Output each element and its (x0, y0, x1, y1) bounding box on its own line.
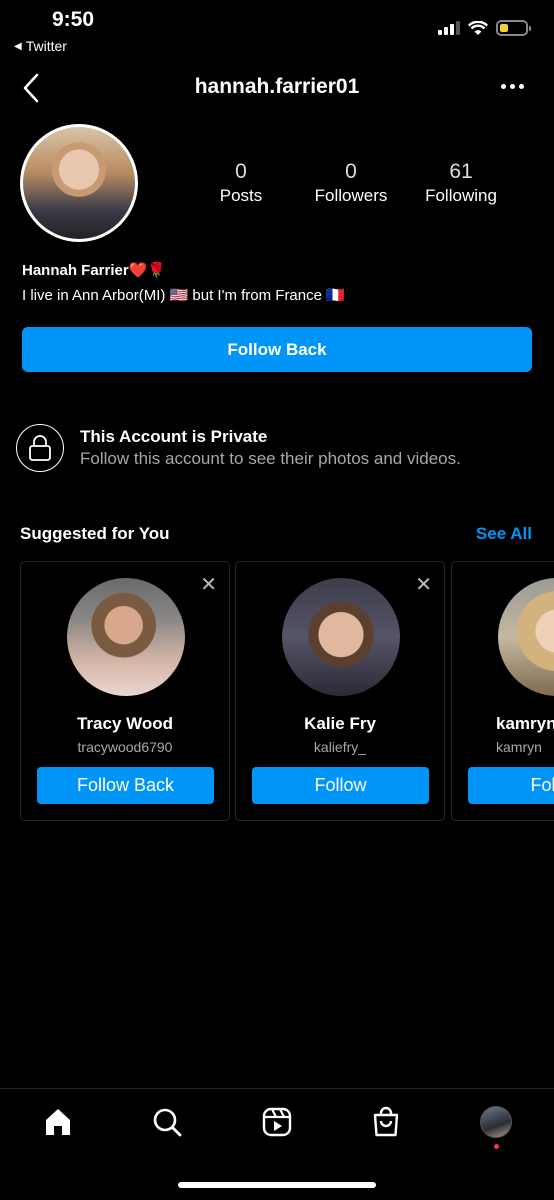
private-account-title: This Account is Private (80, 427, 268, 446)
following-stat[interactable]: 61 Following (406, 160, 516, 206)
back-app-label: Twitter (25, 38, 67, 54)
suggestion-handle: kaliefry_ (313, 739, 367, 755)
bottom-nav (0, 1098, 554, 1148)
profile-avatar-icon (480, 1106, 512, 1138)
reels-icon[interactable] (257, 1102, 297, 1142)
status-time: 9:50 (52, 8, 95, 31)
close-icon[interactable]: ✕ (200, 572, 217, 597)
followers-count: 0 (345, 160, 357, 183)
see-all-link[interactable]: See All (476, 524, 532, 544)
back-to-app-link[interactable]: ◀ Twitter (14, 38, 67, 54)
wifi-icon (468, 20, 488, 35)
suggestion-name: Tracy Wood (76, 714, 174, 733)
suggestion-name: Kalie Fry (304, 714, 376, 733)
search-icon[interactable] (147, 1102, 187, 1142)
home-indicator (178, 1182, 376, 1188)
suggestion-follow-button[interactable]: Follow (468, 767, 554, 804)
notification-dot (494, 1144, 499, 1149)
more-options-icon[interactable] (501, 84, 524, 89)
posts-count: 0 (235, 160, 247, 183)
status-icons (438, 20, 531, 36)
cellular-signal-icon (438, 21, 460, 35)
suggested-title: Suggested for You (20, 524, 170, 543)
close-icon[interactable]: ✕ (415, 572, 432, 597)
suggestion-name: kamryn (496, 714, 554, 733)
follow-back-button[interactable]: Follow Back (22, 327, 532, 372)
suggestion-handle: tracywood6790 (77, 739, 173, 755)
profile-avatar[interactable] (20, 124, 138, 242)
lock-icon (16, 424, 64, 472)
back-triangle-icon: ◀ (14, 40, 22, 52)
home-icon[interactable] (38, 1102, 78, 1142)
suggestion-handle: kamryn (496, 739, 542, 755)
nav-divider (0, 1088, 554, 1089)
suggestion-avatar[interactable] (67, 578, 185, 696)
suggestion-card[interactable]: ✕ Kalie Fry kaliefry_ Follow (235, 561, 445, 821)
profile-tab[interactable] (476, 1102, 516, 1142)
profile-stats: 0 Posts 0 Followers 61 Following (186, 160, 516, 206)
suggestion-follow-button[interactable]: Follow (252, 767, 429, 804)
suggestion-card[interactable]: ✕ Tracy Wood tracywood6790 Follow Back (20, 561, 230, 821)
profile-display-name: Hannah Farrier❤️🌹 (22, 262, 167, 279)
posts-label: Posts (219, 186, 263, 205)
suggestion-card[interactable]: kamryn kamryn Follow (451, 561, 554, 821)
following-count: 61 (449, 160, 473, 183)
private-account-subtitle: Follow this account to see their photos … (80, 449, 461, 468)
battery-icon (496, 20, 531, 36)
following-label: Following (425, 186, 497, 205)
profile-username: hannah.farrier01 (194, 75, 360, 98)
posts-stat[interactable]: 0 Posts (186, 160, 296, 206)
suggestion-avatar[interactable] (282, 578, 400, 696)
shop-icon[interactable] (366, 1102, 406, 1142)
suggestion-avatar[interactable] (498, 578, 554, 696)
profile-header: hannah.farrier01 (0, 68, 554, 108)
profile-bio: I live in Ann Arbor(MI) 🇺🇸 but I'm from … (22, 287, 345, 304)
followers-label: Followers (314, 186, 388, 205)
followers-stat[interactable]: 0 Followers (296, 160, 406, 206)
suggestion-follow-button[interactable]: Follow Back (37, 767, 214, 804)
